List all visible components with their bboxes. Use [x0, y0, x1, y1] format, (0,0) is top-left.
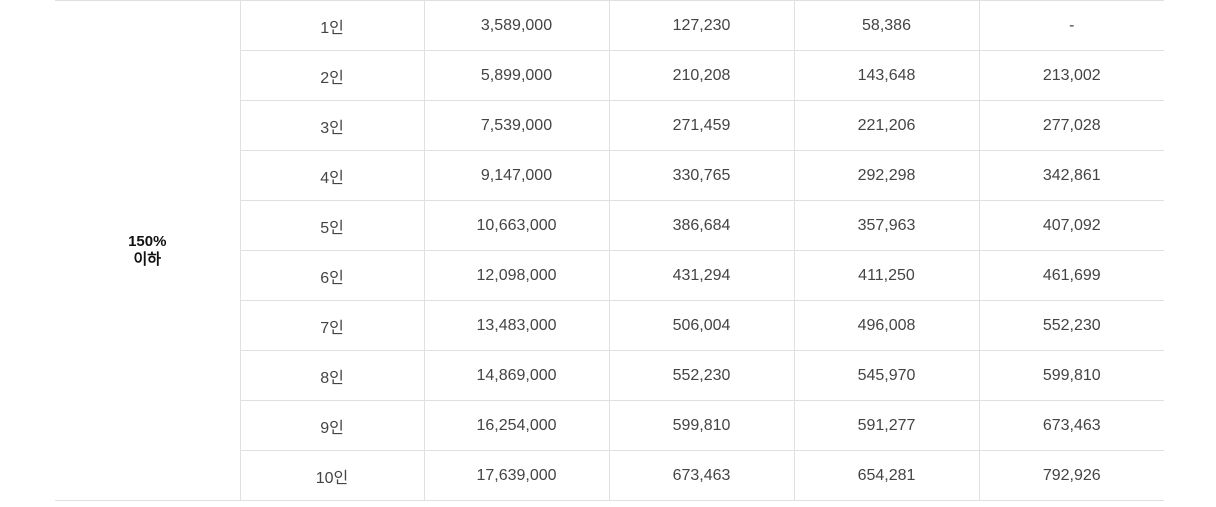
value-cell-3: 143,648 [793, 50, 979, 101]
income-table: 150% 이하 1인 3,589,000 127,230 58,386 - 2인… [55, 0, 1164, 501]
value-cell-1: 16,254,000 [423, 400, 609, 451]
value-cell-1: 13,483,000 [423, 300, 609, 351]
income-table-container: 150% 이하 1인 3,589,000 127,230 58,386 - 2인… [55, 0, 1164, 501]
value-cell-2: 552,230 [608, 350, 794, 401]
household-size-cell: 8인 [239, 350, 424, 401]
value-cell-3: 591,277 [793, 400, 979, 451]
value-cell-2: 599,810 [608, 400, 794, 451]
value-cell-2: 271,459 [608, 100, 794, 151]
household-size-cell: 5인 [239, 200, 424, 251]
value-cell-4: 792,926 [978, 450, 1164, 501]
value-cell-2: 127,230 [608, 0, 794, 51]
household-size-cell: 4인 [239, 150, 424, 201]
value-cell-2: 506,004 [608, 300, 794, 351]
value-cell-1: 10,663,000 [423, 200, 609, 251]
value-cell-4: 407,092 [978, 200, 1164, 251]
household-size-cell: 1인 [239, 0, 424, 51]
income-group-percent: 150% [128, 232, 167, 250]
value-cell-1: 7,539,000 [423, 100, 609, 151]
value-cell-3: 545,970 [793, 350, 979, 401]
table-row: 150% 이하 1인 3,589,000 127,230 58,386 - [55, 0, 1164, 501]
household-size-cell: 3인 [239, 100, 424, 151]
value-cell-4: 461,699 [978, 250, 1164, 301]
value-cell-2: 431,294 [608, 250, 794, 301]
household-size-cell: 10인 [239, 450, 424, 501]
income-table-body: 150% 이하 1인 3,589,000 127,230 58,386 - 2인… [55, 0, 1164, 501]
value-cell-4: 213,002 [978, 50, 1164, 101]
value-cell-4: 277,028 [978, 100, 1164, 151]
value-cell-1: 9,147,000 [423, 150, 609, 201]
value-cell-2: 673,463 [608, 450, 794, 501]
household-size-cell: 6인 [239, 250, 424, 301]
value-cell-3: 411,250 [793, 250, 979, 301]
value-cell-3: 496,008 [793, 300, 979, 351]
value-cell-1: 12,098,000 [423, 250, 609, 301]
value-cell-4: 673,463 [978, 400, 1164, 451]
household-size-cell: 7인 [239, 300, 424, 351]
value-cell-3: 221,206 [793, 100, 979, 151]
value-cell-2: 330,765 [608, 150, 794, 201]
value-cell-1: 5,899,000 [423, 50, 609, 101]
value-cell-3: 292,298 [793, 150, 979, 201]
value-cell-2: 386,684 [608, 200, 794, 251]
value-cell-3: 357,963 [793, 200, 979, 251]
value-cell-1: 17,639,000 [423, 450, 609, 501]
household-size-cell: 2인 [239, 50, 424, 101]
value-cell-4: - [978, 0, 1164, 51]
income-group-cell: 150% 이하 [55, 0, 241, 501]
value-cell-3: 58,386 [793, 0, 979, 51]
value-cell-1: 14,869,000 [423, 350, 609, 401]
value-cell-4: 552,230 [978, 300, 1164, 351]
household-size-cell: 9인 [239, 400, 424, 451]
value-cell-4: 599,810 [978, 350, 1164, 401]
value-cell-1: 3,589,000 [423, 0, 609, 51]
value-cell-4: 342,861 [978, 150, 1164, 201]
value-cell-2: 210,208 [608, 50, 794, 101]
value-cell-3: 654,281 [793, 450, 979, 501]
income-group-qualifier: 이하 [133, 250, 162, 268]
